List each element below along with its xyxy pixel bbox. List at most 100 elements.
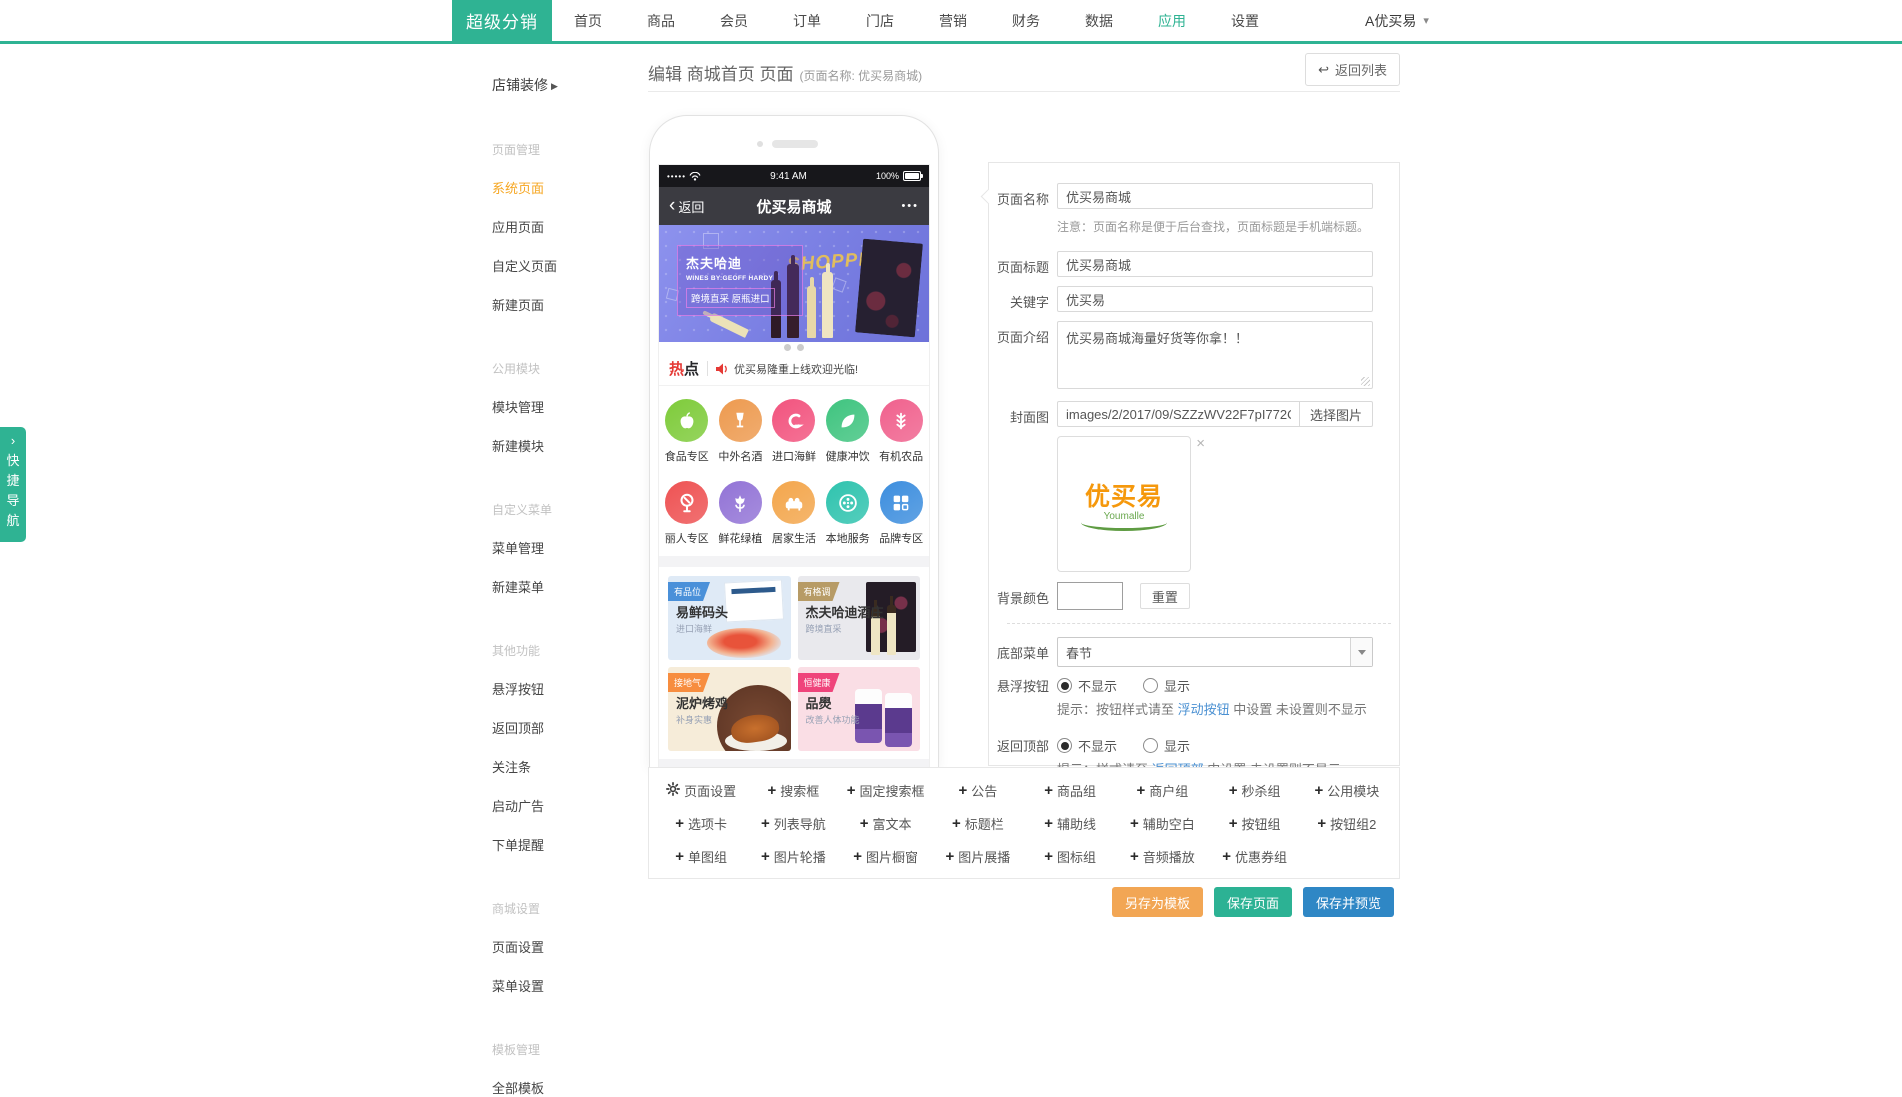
component-商户组[interactable]: +商户组 bbox=[1116, 777, 1208, 803]
more-menu-icon[interactable]: ••• bbox=[863, 200, 919, 212]
nav-item-商品[interactable]: 商品 bbox=[647, 11, 675, 31]
nav-item-门店[interactable]: 门店 bbox=[866, 11, 894, 31]
sidebar-item-自定义页面[interactable]: 自定义页面 bbox=[492, 256, 624, 275]
nav-item-应用[interactable]: 应用 bbox=[1158, 11, 1186, 31]
bg-color-swatch[interactable] bbox=[1057, 582, 1123, 610]
category-居家生活[interactable]: 居家生活 bbox=[767, 473, 821, 555]
product-card-品燢[interactable]: 恒健康品燢改善人体功能 bbox=[798, 667, 921, 751]
page-title-input[interactable] bbox=[1057, 251, 1373, 277]
carousel-dot[interactable] bbox=[797, 344, 804, 351]
nav-item-财务[interactable]: 财务 bbox=[1012, 11, 1040, 31]
reset-color-button[interactable]: 重置 bbox=[1140, 583, 1190, 609]
category-中外名酒[interactable]: 中外名酒 bbox=[714, 391, 768, 473]
product-card-泥炉烤鸡[interactable]: 接地气泥炉烤鸡补身实惠 bbox=[668, 667, 791, 751]
category-品牌专区[interactable]: 品牌专区 bbox=[874, 473, 928, 555]
wine-icon bbox=[719, 399, 762, 442]
resize-handle[interactable] bbox=[1361, 377, 1370, 386]
action-保存并预览[interactable]: 保存并预览 bbox=[1303, 887, 1394, 917]
component-图片轮播[interactable]: +图片轮播 bbox=[747, 843, 839, 869]
brand-logo[interactable]: 超级分销 bbox=[452, 0, 552, 41]
keywords-input[interactable] bbox=[1057, 286, 1373, 312]
component-辅助空白[interactable]: +辅助空白 bbox=[1116, 810, 1208, 836]
back-to-list-button[interactable]: ↩ 返回列表 bbox=[1305, 53, 1400, 86]
sidebar-item-新建页面[interactable]: 新建页面 bbox=[492, 295, 624, 314]
close-icon[interactable]: × bbox=[1196, 438, 1205, 450]
plus-icon: + bbox=[1130, 850, 1139, 863]
quick-nav-tab[interactable]: › 快捷导航 bbox=[0, 427, 26, 542]
category-有机农品[interactable]: 有机农品 bbox=[874, 391, 928, 473]
component-辅助线[interactable]: +辅助线 bbox=[1024, 810, 1116, 836]
component-按钮组2[interactable]: +按钮组2 bbox=[1301, 810, 1393, 836]
dashed-divider bbox=[1007, 623, 1391, 624]
choose-image-button[interactable]: 选择图片 bbox=[1300, 401, 1373, 427]
sidebar-section: 公用模块模块管理新建模块 bbox=[492, 360, 624, 455]
back-top-radio-on[interactable]: 显示 bbox=[1143, 736, 1190, 755]
sidebar-item-返回顶部[interactable]: 返回顶部 bbox=[492, 718, 624, 737]
float-button-radio-off[interactable]: 不显示 bbox=[1057, 676, 1117, 695]
component-列表导航[interactable]: +列表导航 bbox=[747, 810, 839, 836]
category-丽人专区[interactable]: 丽人专区 bbox=[660, 473, 714, 555]
nav-item-会员[interactable]: 会员 bbox=[720, 11, 748, 31]
float-button-link[interactable]: 浮动按钮 bbox=[1178, 702, 1230, 717]
cover-image-input[interactable] bbox=[1057, 401, 1300, 427]
component-图标组[interactable]: +图标组 bbox=[1024, 843, 1116, 869]
component-商品组[interactable]: +商品组 bbox=[1024, 777, 1116, 803]
category-鲜花绿植[interactable]: 鲜花绿植 bbox=[714, 473, 768, 555]
float-button-radio-on[interactable]: 显示 bbox=[1143, 676, 1190, 695]
sidebar-item-模块管理[interactable]: 模块管理 bbox=[492, 397, 624, 416]
sidebar-item-应用页面[interactable]: 应用页面 bbox=[492, 217, 624, 236]
nav-item-首页[interactable]: 首页 bbox=[574, 11, 602, 31]
phone-back-button[interactable]: ‹ 返回 bbox=[669, 197, 725, 216]
component-公用模块[interactable]: +公用模块 bbox=[1301, 777, 1393, 803]
sidebar-item-菜单设置[interactable]: 菜单设置 bbox=[492, 976, 624, 995]
sidebar-item-关注条[interactable]: 关注条 bbox=[492, 757, 624, 776]
category-健康冲饮[interactable]: 健康冲饮 bbox=[821, 391, 875, 473]
component-音频播放[interactable]: +音频播放 bbox=[1116, 843, 1208, 869]
nav-item-订单[interactable]: 订单 bbox=[793, 11, 821, 31]
page-intro-textarea[interactable]: 优买易商城海量好货等你拿！！ bbox=[1057, 321, 1373, 389]
notice-bar[interactable]: 热点 优买易隆重上线欢迎光临! bbox=[659, 352, 929, 386]
component-按钮组[interactable]: +按钮组 bbox=[1209, 810, 1301, 836]
component-选项卡[interactable]: +选项卡 bbox=[655, 810, 747, 836]
category-食品专区[interactable]: 食品专区 bbox=[660, 391, 714, 473]
component-图片橱窗[interactable]: +图片橱窗 bbox=[840, 843, 932, 869]
sidebar-title[interactable]: 店铺装修▶ bbox=[492, 75, 624, 95]
sidebar-item-菜单管理[interactable]: 菜单管理 bbox=[492, 538, 624, 557]
back-top-radio-off[interactable]: 不显示 bbox=[1057, 736, 1117, 755]
sidebar-item-系统页面[interactable]: 系统页面 bbox=[492, 178, 624, 197]
component-标题栏[interactable]: +标题栏 bbox=[932, 810, 1024, 836]
hero-banner[interactable]: SHOPPING 杰夫哈迪 WINES BY:GEOFF HARDY 跨境直采 … bbox=[659, 225, 929, 342]
sidebar-item-全部模板[interactable]: 全部模板 bbox=[492, 1078, 624, 1097]
component-优惠券组[interactable]: +优惠券组 bbox=[1209, 843, 1301, 869]
component-图片展播[interactable]: +图片展播 bbox=[932, 843, 1024, 869]
component-单图组[interactable]: +单图组 bbox=[655, 843, 747, 869]
component-toolbar: 页面设置+搜索框+固定搜索框+公告+商品组+商户组+秒杀组+公用模块 +选项卡+列… bbox=[648, 767, 1400, 879]
user-menu[interactable]: A优买易 ▾ bbox=[1365, 0, 1429, 41]
category-本地服务[interactable]: 本地服务 bbox=[821, 473, 875, 555]
component-页面设置[interactable]: 页面设置 bbox=[655, 777, 747, 803]
component-固定搜索框[interactable]: +固定搜索框 bbox=[840, 777, 932, 803]
bottom-menu-select[interactable]: 春节 bbox=[1057, 637, 1373, 667]
component-搜索框[interactable]: +搜索框 bbox=[747, 777, 839, 803]
sidebar-item-启动广告[interactable]: 启动广告 bbox=[492, 796, 624, 815]
sidebar-item-新建模块[interactable]: 新建模块 bbox=[492, 436, 624, 455]
nav-item-设置[interactable]: 设置 bbox=[1231, 11, 1259, 31]
sidebar-item-新建菜单[interactable]: 新建菜单 bbox=[492, 577, 624, 596]
sofa-icon bbox=[772, 481, 815, 524]
page-name-input[interactable] bbox=[1057, 183, 1373, 209]
product-card-易鲜码头[interactable]: 有品位易鲜码头进口海鲜 bbox=[668, 576, 791, 660]
action-保存页面[interactable]: 保存页面 bbox=[1214, 887, 1292, 917]
component-秒杀组[interactable]: +秒杀组 bbox=[1209, 777, 1301, 803]
component-富文本[interactable]: +富文本 bbox=[840, 810, 932, 836]
action-另存为模板[interactable]: 另存为模板 bbox=[1112, 887, 1203, 917]
product-card-杰夫哈迪酒庄[interactable]: 有格调杰夫哈迪酒庄跨境直采 bbox=[798, 576, 921, 660]
nav-item-营销[interactable]: 营销 bbox=[939, 11, 967, 31]
sidebar-item-下单提醒[interactable]: 下单提醒 bbox=[492, 835, 624, 854]
sidebar-item-悬浮按钮[interactable]: 悬浮按钮 bbox=[492, 679, 624, 698]
carousel-dot[interactable] bbox=[784, 344, 791, 351]
nav-item-数据[interactable]: 数据 bbox=[1085, 11, 1113, 31]
sidebar-item-页面设置[interactable]: 页面设置 bbox=[492, 937, 624, 956]
carrier-signal-icon: ••••• bbox=[667, 172, 686, 181]
category-进口海鲜[interactable]: 进口海鲜 bbox=[767, 391, 821, 473]
component-公告[interactable]: +公告 bbox=[932, 777, 1024, 803]
